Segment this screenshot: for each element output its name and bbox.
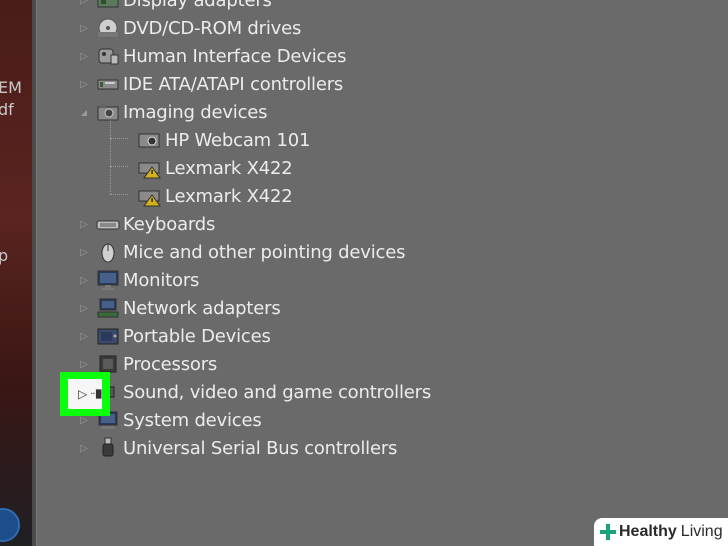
ide-controller-icon (96, 73, 120, 95)
tree-item-label: Sound, video and game controllers (123, 381, 432, 403)
tree-item-dvd-drives[interactable]: ▷ DVD/CD-ROM drives (78, 14, 301, 42)
sound-icon (95, 389, 102, 399)
tree-item-sound-video-game[interactable]: ▷ Sound, video and game controllers (78, 378, 431, 406)
expand-arrow-icon[interactable]: ▷ (78, 301, 90, 315)
tree-item-label: Mice and other pointing devices (123, 241, 406, 263)
tree-item-label: DVD/CD-ROM drives (123, 17, 302, 39)
expand-arrow-icon[interactable]: ▷ (78, 245, 90, 259)
expand-arrow-icon[interactable]: ▷ (78, 0, 90, 7)
keyboard-icon (96, 213, 120, 235)
tree-item-usb-controllers[interactable]: ▷ Universal Serial Bus controllers (78, 434, 397, 462)
highlighted-expand-toggle[interactable]: ▷ ·· (68, 379, 102, 409)
expand-arrow-icon[interactable]: ▷ (78, 21, 90, 35)
camera-icon (96, 101, 120, 123)
desktop-text-fragment: p (0, 246, 9, 265)
tree-item-label: Lexmark X422 (165, 157, 293, 179)
tree-item-label: Universal Serial Bus controllers (123, 437, 398, 459)
expand-arrow-icon[interactable]: ▷ (78, 387, 87, 401)
display-adapter-icon (96, 0, 120, 11)
device-tree: ▷ Display adapters ▷ DVD/CD-ROM drives ▷… (36, 0, 728, 546)
tree-item-hp-webcam[interactable]: HP Webcam 101 (132, 126, 310, 154)
scanner-warning-icon (138, 185, 162, 207)
tree-item-keyboards[interactable]: ▷ Keyboards (78, 210, 215, 238)
portable-device-icon (96, 325, 120, 347)
dvd-drive-icon (96, 17, 120, 39)
tree-item-display-adapters[interactable]: ▷ Display adapters (78, 0, 272, 14)
collapse-arrow-icon[interactable]: ◢ (78, 105, 90, 119)
tree-item-label: Keyboards (123, 213, 216, 235)
tree-item-label: Processors (123, 353, 218, 375)
tree-item-label: IDE ATA/ATAPI controllers (123, 73, 344, 95)
tree-item-label: Network adapters (123, 297, 281, 319)
tree-item-lexmark-1[interactable]: Lexmark X422 (132, 154, 293, 182)
usb-icon (96, 437, 120, 459)
tree-item-label: Display adapters (123, 0, 272, 11)
expand-arrow-icon[interactable]: ▷ (78, 357, 90, 371)
expand-arrow-icon[interactable]: ▷ (78, 49, 90, 63)
tree-item-imaging-devices[interactable]: ◢ Imaging devices (78, 98, 268, 126)
tree-item-lexmark-2[interactable]: Lexmark X422 (132, 182, 293, 210)
watermark-brand-2: Living (680, 523, 723, 540)
watermark: Healthy Living (594, 518, 728, 546)
tree-item-ide-controllers[interactable]: ▷ IDE ATA/ATAPI controllers (78, 70, 343, 98)
hid-icon (96, 45, 120, 67)
scanner-warning-icon (138, 157, 162, 179)
tree-item-label: Monitors (123, 269, 200, 291)
webcam-icon (138, 129, 162, 151)
desktop-edge: EM df p (0, 0, 32, 546)
expand-arrow-icon[interactable]: ▷ (78, 441, 90, 455)
tree-item-label: System devices (123, 409, 262, 431)
network-adapter-icon (96, 297, 120, 319)
tree-item-mice[interactable]: ▷ Mice and other pointing devices (78, 238, 405, 266)
tree-item-label: Lexmark X422 (165, 185, 293, 207)
tree-item-label: Human Interface Devices (123, 45, 347, 67)
tree-item-portable-devices[interactable]: ▷ Portable Devices (78, 322, 271, 350)
mouse-icon (96, 241, 120, 263)
start-button[interactable] (0, 508, 20, 542)
brand-cross-icon (600, 524, 616, 540)
tree-item-label: Portable Devices (123, 325, 271, 347)
expand-arrow-icon[interactable]: ▷ (78, 273, 90, 287)
desktop-text-fragment: EM (0, 78, 22, 97)
monitor-icon (96, 269, 120, 291)
tree-item-network-adapters[interactable]: ▷ Network adapters (78, 294, 281, 322)
expand-arrow-icon[interactable]: ▷ (78, 217, 90, 231)
tree-item-human-interface-devices[interactable]: ▷ Human Interface Devices (78, 42, 346, 70)
tree-item-monitors[interactable]: ▷ Monitors (78, 266, 199, 294)
watermark-brand: Healthy (619, 523, 677, 540)
tree-item-label: HP Webcam 101 (165, 129, 311, 151)
desktop-text-fragment: df (0, 100, 14, 119)
tree-item-label: Imaging devices (123, 101, 268, 123)
expand-arrow-icon[interactable]: ▷ (78, 77, 90, 91)
expand-arrow-icon[interactable]: ▷ (78, 329, 90, 343)
